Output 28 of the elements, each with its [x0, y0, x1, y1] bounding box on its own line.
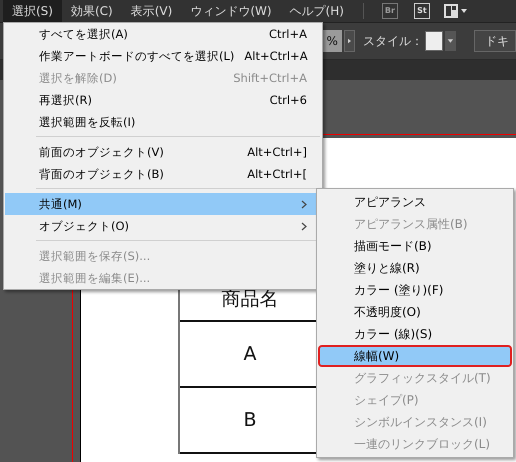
menu-item[interactable]: 描画モード(B): [319, 235, 511, 257]
menu-item[interactable]: アピアランス: [319, 191, 511, 213]
play-icon[interactable]: [344, 30, 355, 52]
chevron-icon: [301, 200, 307, 208]
menu-bar-item[interactable]: ヘルプ(H): [280, 0, 353, 22]
dropdown-icon[interactable]: [445, 31, 456, 51]
menu-item[interactable]: 再選択(R) Ctrl+6: [5, 89, 321, 111]
menu-item[interactable]: 塗りと線(R): [319, 257, 511, 279]
app-button[interactable]: St: [414, 3, 430, 19]
layout-icon[interactable]: [444, 4, 470, 18]
menu-bar-item[interactable]: 効果(C): [62, 0, 122, 22]
menu-item[interactable]: 背面のオブジェクト(B) Alt+Ctrl+[: [5, 163, 321, 185]
app-button[interactable]: Br: [382, 3, 398, 19]
document-button[interactable]: ドキ: [474, 30, 516, 52]
menu-bar-item[interactable]: 表示(V): [122, 0, 182, 22]
menu-item[interactable]: 線幅(W): [318, 345, 512, 367]
menu-item[interactable]: 不透明度(O): [319, 301, 511, 323]
menu-bar-item[interactable]: 選択(S): [3, 0, 62, 22]
menu-item[interactable]: 作業アートボードのすべてを選択(L) Alt+Ctrl+A: [5, 45, 321, 67]
menu-item[interactable]: 前面のオブジェクト(V) Alt+Ctrl+]: [5, 141, 321, 163]
style-swatch[interactable]: [424, 31, 444, 51]
menu-bar-item[interactable]: ウィンドウ(W): [181, 0, 281, 22]
menu-item[interactable]: カラー (線)(S): [319, 323, 511, 345]
menu-item[interactable]: 選択範囲を反転(I): [5, 111, 321, 133]
style-label: スタイル：: [362, 32, 423, 50]
menu-item[interactable]: カラー (塗り)(F): [319, 279, 511, 301]
menu-item[interactable]: すべてを選択(A) Ctrl+A: [5, 23, 321, 45]
chevron-icon: [301, 222, 307, 230]
